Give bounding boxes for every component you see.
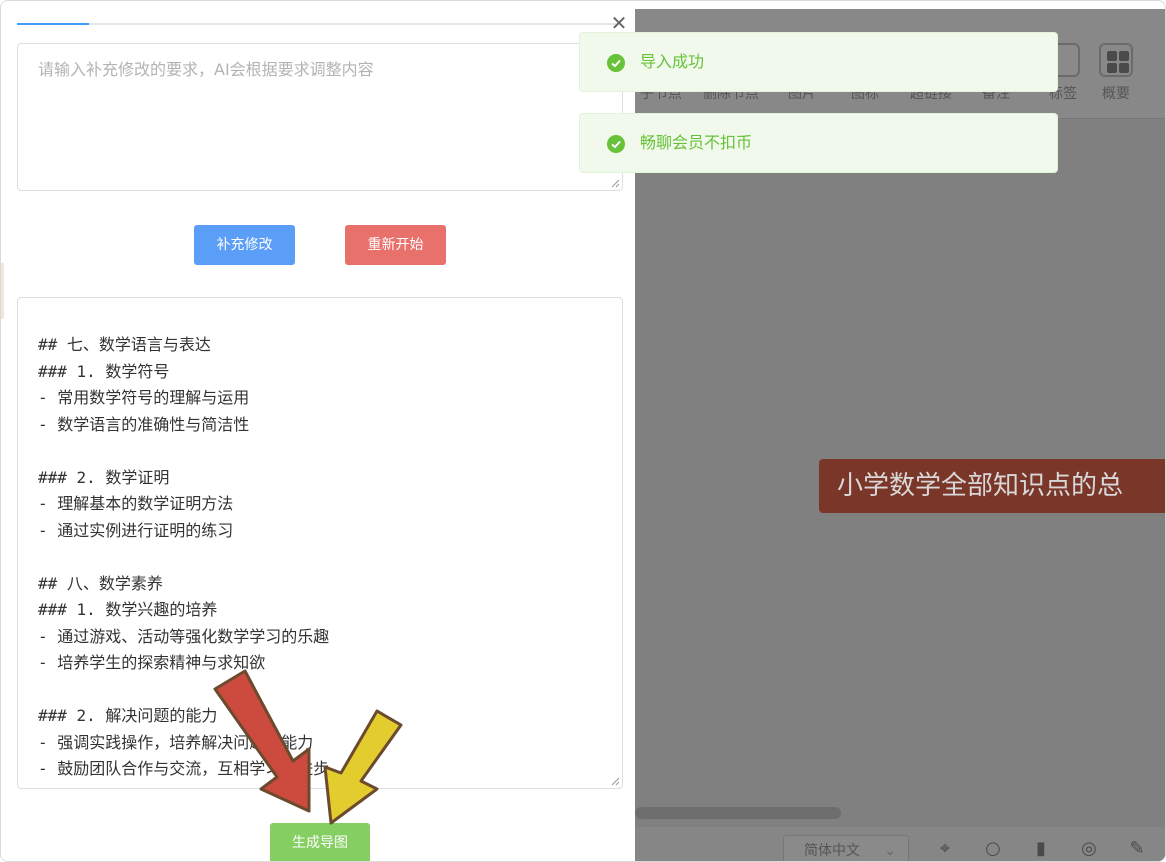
language-select-value: 简体中文: [804, 843, 860, 859]
toast-success: 导入成功: [579, 32, 1058, 92]
markdown-line: - 通过实例进行证明的练习: [38, 520, 234, 540]
markdown-line: - 常用数学符号的理解与运用: [38, 388, 250, 407]
markdown-line: ## 七、数学语言与表达: [38, 335, 211, 354]
resize-grip-icon[interactable]: [610, 178, 620, 188]
toolbar-label: 概要: [1102, 86, 1130, 102]
requirement-input[interactable]: 请输入补充修改的要求，AI会根据要求调整内容: [17, 43, 623, 191]
toast-message: 畅聊会员不扣币: [640, 133, 753, 152]
ai-generate-panel: ✕ 请输入补充修改的要求，AI会根据要求调整内容 补充修改 重新开始 ## 七、…: [1, 1, 635, 861]
markdown-line: - 数学语言的准确性与简洁性: [38, 414, 250, 434]
resize-grip-icon[interactable]: [610, 776, 620, 786]
side-marker: [1, 263, 4, 319]
language-select[interactable]: 简体中文 ⌄: [783, 835, 909, 861]
markdown-line: [38, 438, 329, 465]
clipped-text-line: [58, 298, 308, 302]
progress-fill: [17, 23, 89, 25]
markdown-line: ### 2. 数学证明: [38, 467, 170, 487]
markdown-line: ## 八、数学素养: [38, 573, 163, 593]
locate-icon[interactable]: ⌖: [935, 839, 955, 859]
markdown-line: - 理解基本的数学证明方法: [38, 494, 234, 513]
generate-map-button[interactable]: 生成导图: [270, 823, 370, 861]
markdown-line: - 强调实践操作，培养解决问题的能力: [38, 732, 314, 752]
markdown-line: - 通过游戏、活动等强化数学学习的乐趣: [38, 626, 330, 646]
markdown-line: [38, 544, 329, 571]
progress-track: [17, 23, 617, 25]
edit-icon[interactable]: ✎: [1127, 839, 1147, 859]
summary-icon: [1099, 43, 1133, 77]
markdown-line: ### 1. 数学符号: [38, 361, 170, 381]
app-window: 子节点 删除节点 图片 图标 超链接 备注 标签 概要 小学数学全部知识点的总 …: [0, 0, 1166, 862]
editor-bottom-bar: 简体中文 ⌄ ⌖ ○ ▮ ◎ ✎: [635, 827, 1165, 861]
markdown-line: - 鼓励团队合作与交流，互相学习与进步: [38, 759, 330, 778]
markdown-line: ### 1. 数学兴趣的培养: [38, 600, 218, 619]
toolbar-summary[interactable]: 概要: [1086, 43, 1146, 103]
markdown-content: ## 七、数学语言与表达 ### 1. 数学符号 - 常用数学符号的理解与运用 - 数…: [38, 332, 329, 783]
root-node[interactable]: 小学数学全部知识点的总: [819, 459, 1165, 513]
horizontal-scrollbar[interactable]: [635, 807, 841, 819]
close-icon[interactable]: ✕: [609, 13, 629, 33]
check-circle-icon: [607, 135, 625, 153]
toast-message: 导入成功: [640, 52, 705, 71]
supplement-button[interactable]: 补充修改: [194, 225, 295, 265]
markdown-line: ### 2. 解决问题的能力: [38, 706, 218, 725]
requirement-placeholder: 请输入补充修改的要求，AI会根据要求调整内容: [38, 60, 374, 79]
chevron-down-icon: ⌄: [884, 843, 896, 859]
compass-icon[interactable]: ◎: [1079, 839, 1099, 859]
markdown-editor[interactable]: ## 七、数学语言与表达 ### 1. 数学符号 - 常用数学符号的理解与运用 - 数…: [17, 297, 623, 789]
toast-success: 畅聊会员不扣币: [579, 113, 1058, 173]
restart-button[interactable]: 重新开始: [345, 225, 446, 265]
mouse-icon[interactable]: ▮: [1031, 839, 1051, 859]
markdown-line: [38, 677, 329, 704]
search-icon[interactable]: ○: [983, 839, 1003, 859]
check-circle-icon: [607, 54, 625, 72]
markdown-line: - 培养学生的探索精神与求知欲: [38, 653, 266, 672]
